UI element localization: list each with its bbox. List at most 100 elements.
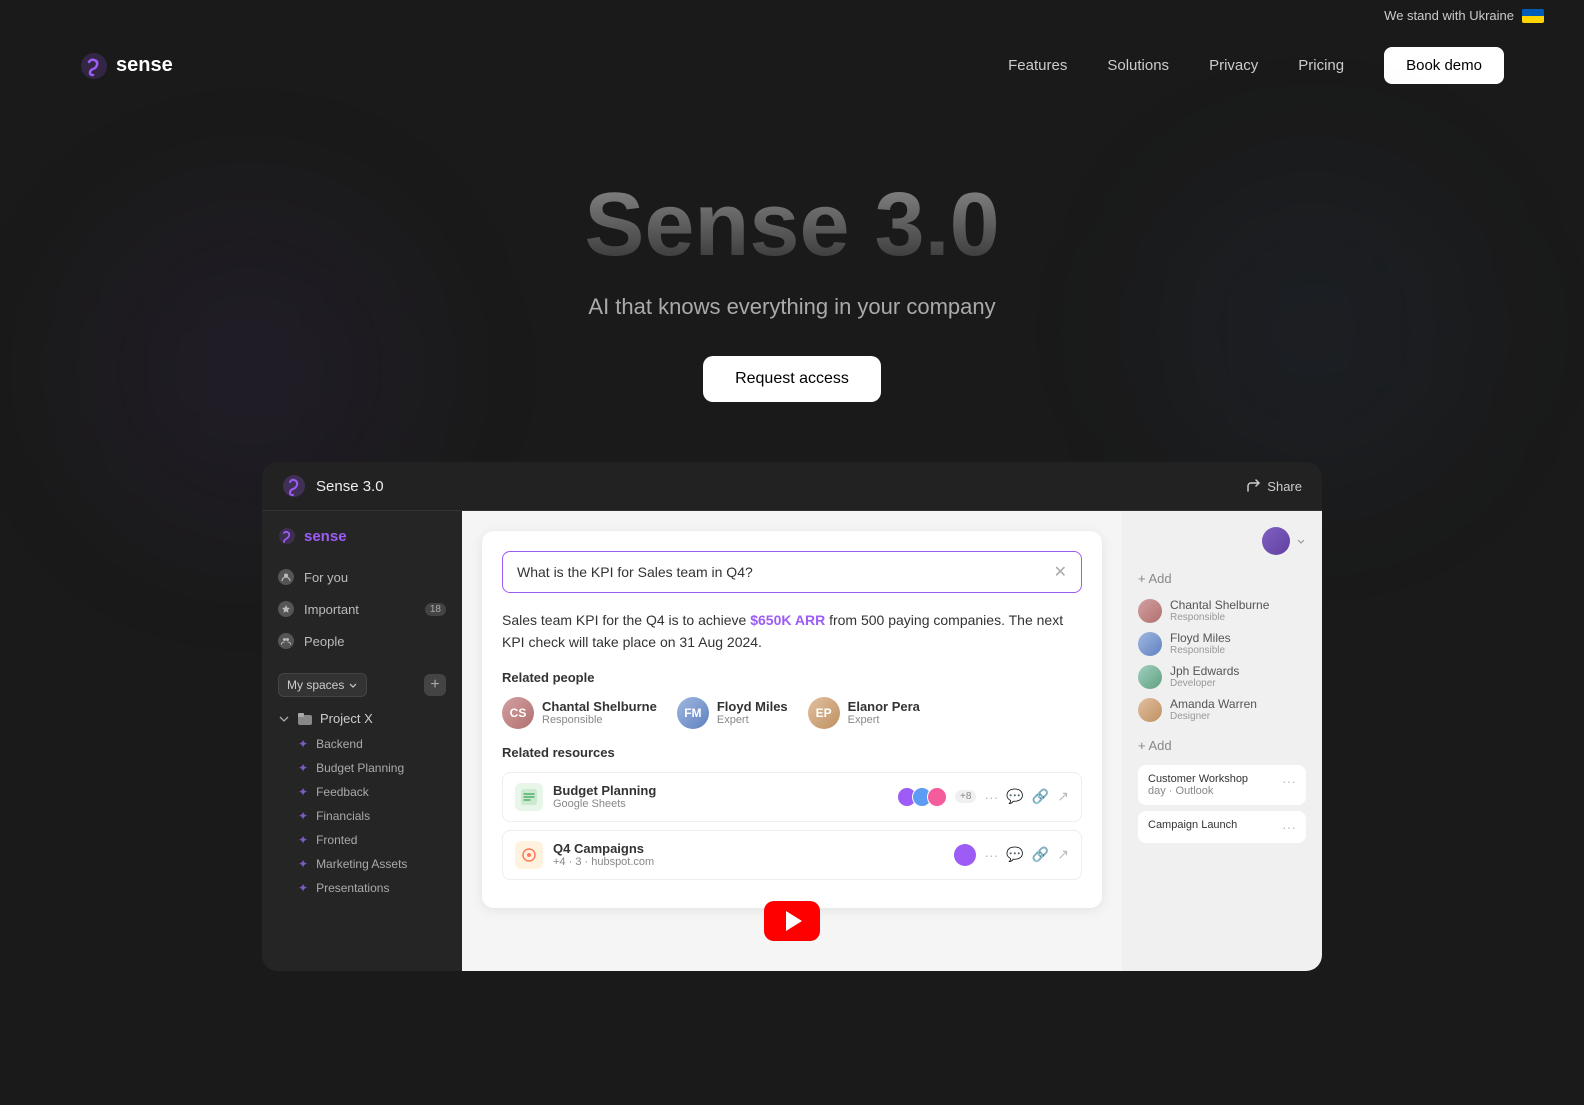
sidebar-item-for-you[interactable]: For you xyxy=(262,561,462,593)
nav-solutions[interactable]: Solutions xyxy=(1107,57,1169,74)
nav-features[interactable]: Features xyxy=(1008,57,1067,74)
book-demo-button[interactable]: Book demo xyxy=(1384,47,1504,84)
resource-right-1: +8 ··· 💬 🔗 ↗ xyxy=(897,787,1069,807)
sparkle-icon: ✦ xyxy=(298,737,308,751)
sidebar-sub-budget[interactable]: ✦ Budget Planning xyxy=(262,756,462,780)
person-card-2: FM Floyd Miles Expert xyxy=(677,697,788,729)
add-label: + Add xyxy=(1138,571,1172,586)
right-person-name-2: Floyd Miles xyxy=(1170,631,1231,645)
link-icon[interactable]: 🔗 xyxy=(1032,846,1049,863)
sidebar-sub-fronted[interactable]: ✦ Fronted xyxy=(262,828,462,852)
event-2: Campaign Launch ··· xyxy=(1138,811,1306,843)
avatar-stack-1 xyxy=(897,787,947,807)
chevron-down-icon xyxy=(278,713,290,725)
share-button[interactable]: Share xyxy=(1245,478,1302,494)
add-space-button[interactable]: + xyxy=(424,674,446,696)
nav-pricing[interactable]: Pricing xyxy=(1298,57,1344,74)
comment-icon[interactable]: 💬 xyxy=(1006,788,1023,805)
request-access-button[interactable]: Request access xyxy=(703,356,881,402)
sub-item-label: Feedback xyxy=(316,785,369,799)
resource-budget-planning[interactable]: Budget Planning Google Sheets xyxy=(502,772,1082,822)
sparkle-icon: ✦ xyxy=(298,809,308,823)
right-person-4: Amanda Warren Designer xyxy=(1138,697,1306,722)
sub-item-label: Budget Planning xyxy=(316,761,404,775)
navbar: sense Features Solutions Privacy Pricing… xyxy=(0,31,1584,100)
more-icon[interactable]: ··· xyxy=(984,789,998,805)
sidebar-for-you-label: For you xyxy=(304,570,348,585)
nav-links: Features Solutions Privacy Pricing Book … xyxy=(1008,47,1504,84)
ukraine-flag xyxy=(1522,9,1544,23)
right-user-row xyxy=(1138,527,1306,555)
sub-item-label: Financials xyxy=(316,809,370,823)
close-icon[interactable]: ✕ xyxy=(1054,562,1067,582)
sidebar-sub-financials[interactable]: ✦ Financials xyxy=(262,804,462,828)
avatar-chantal: CS xyxy=(502,697,534,729)
kpi-highlight: $650K ARR xyxy=(750,612,825,628)
person-role-3: Expert xyxy=(848,714,920,726)
sidebar-sub-feedback[interactable]: ✦ Feedback xyxy=(262,780,462,804)
sparkle-icon: ✦ xyxy=(298,881,308,895)
right-person-2: Floyd Miles Responsible xyxy=(1138,631,1306,656)
person-icon xyxy=(278,569,294,585)
sidebar-sub-marketing[interactable]: ✦ Marketing Assets xyxy=(262,852,462,876)
people-icon xyxy=(278,633,294,649)
link-icon[interactable]: 🔗 xyxy=(1032,788,1049,805)
spaces-label: My spaces xyxy=(287,678,344,692)
resource-sub-1: Google Sheets xyxy=(553,798,656,810)
app-preview: Sense 3.0 Share xyxy=(262,462,1322,971)
right-person-role-4: Designer xyxy=(1170,711,1257,722)
right-person-name-3: Jph Edwards xyxy=(1170,664,1239,678)
project-x-folder[interactable]: Project X xyxy=(262,705,462,732)
nav-logo[interactable]: sense xyxy=(80,52,173,80)
add-button-bottom[interactable]: + Add xyxy=(1138,738,1306,753)
app-body: sense For you Important 18 xyxy=(262,511,1322,971)
sidebar: sense For you Important 18 xyxy=(262,511,462,971)
more-icon[interactable]: ··· xyxy=(984,847,998,863)
right-events-list: Customer Workshop day · Outlook ··· Camp… xyxy=(1138,765,1306,843)
hero-title: Sense 3.0 xyxy=(20,180,1564,270)
single-avatar xyxy=(954,844,976,866)
person-name-3: Elanor Pera xyxy=(848,699,920,714)
hubspot-icon xyxy=(515,841,543,869)
sidebar-logo-icon xyxy=(278,527,296,545)
share-label: Share xyxy=(1267,479,1302,494)
sidebar-item-important[interactable]: Important 18 xyxy=(262,593,462,625)
event-more-icon-2[interactable]: ··· xyxy=(1282,819,1296,835)
app-title: Sense 3.0 xyxy=(316,478,384,495)
add-button-top[interactable]: + Add xyxy=(1138,571,1306,586)
chevron-down-icon xyxy=(1296,536,1306,546)
right-person-role-3: Developer xyxy=(1170,678,1239,689)
search-bar[interactable]: What is the KPI for Sales team in Q4? ✕ xyxy=(502,551,1082,593)
nav-brand-text: sense xyxy=(116,54,173,77)
youtube-play-button[interactable] xyxy=(764,901,820,941)
sheets-icon xyxy=(515,783,543,811)
share-icon xyxy=(1245,478,1261,494)
sub-item-label: Backend xyxy=(316,737,363,751)
resource-left-2: Q4 Campaigns +4 · 3 · hubspot.com xyxy=(515,841,654,869)
event-more-icon-1[interactable]: ··· xyxy=(1282,773,1296,789)
star-icon xyxy=(278,601,294,617)
right-person-name-1: Chantal Shelburne xyxy=(1170,598,1269,612)
sub-item-label: Marketing Assets xyxy=(316,857,407,871)
sidebar-sub-presentations[interactable]: ✦ Presentations xyxy=(262,876,462,900)
sub-item-label: Fronted xyxy=(316,833,357,847)
expand-icon[interactable]: ↗ xyxy=(1057,846,1069,863)
user-avatar xyxy=(1262,527,1290,555)
resource-left-1: Budget Planning Google Sheets xyxy=(515,783,656,811)
resource-q4-campaigns[interactable]: Q4 Campaigns +4 · 3 · hubspot.com ··· 💬 … xyxy=(502,830,1082,880)
right-person-avatar-2 xyxy=(1138,632,1162,656)
expand-icon[interactable]: ↗ xyxy=(1057,788,1069,805)
event-title-1: Customer Workshop xyxy=(1148,773,1248,785)
people-row: CS Chantal Shelburne Responsible FM Floy… xyxy=(502,697,1082,729)
sidebar-sub-backend[interactable]: ✦ Backend xyxy=(262,732,462,756)
ai-answer: Sales team KPI for the Q4 is to achieve … xyxy=(502,609,1082,654)
hero-section: Sense 3.0 AI that knows everything in yo… xyxy=(0,100,1584,462)
nav-privacy[interactable]: Privacy xyxy=(1209,57,1258,74)
sidebar-item-people[interactable]: People xyxy=(262,625,462,657)
stacked-avatar xyxy=(927,787,947,807)
comment-icon[interactable]: 💬 xyxy=(1006,846,1023,863)
app-logo-icon xyxy=(282,474,306,498)
spaces-select[interactable]: My spaces xyxy=(278,673,367,697)
person-card-1: CS Chantal Shelburne Responsible xyxy=(502,697,657,729)
hero-subtitle: AI that knows everything in your company xyxy=(20,294,1564,320)
